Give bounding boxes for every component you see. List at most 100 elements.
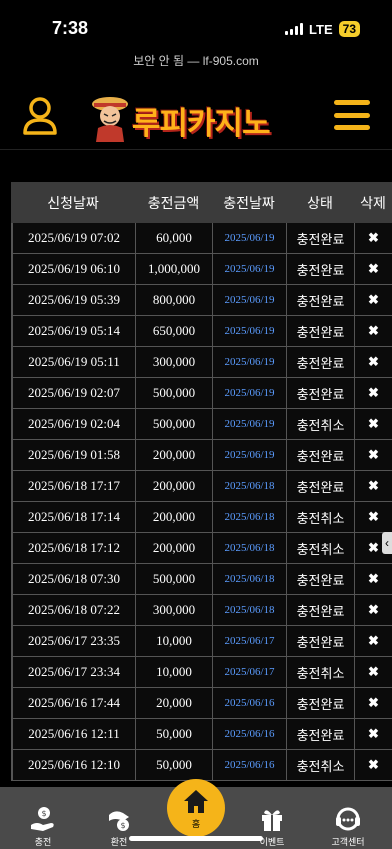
cell-request-date: 2025/06/16 17:44 (11, 688, 135, 718)
table-row: 2025/06/18 17:14 200,000 2025/06/18 충전취소 ✖ (11, 502, 392, 533)
cell-status: 충전완료 (286, 223, 354, 253)
home-indicator (129, 836, 263, 841)
col-request-date: 신청날짜 (47, 194, 99, 211)
table-row: 2025/06/19 01:58 200,000 2025/06/19 충전완료 ✖ (11, 440, 392, 471)
cell-charge-date[interactable]: 2025/06/19 (212, 347, 286, 377)
table-body: 2025/06/19 07:02 60,000 2025/06/19 충전완료 ✖ 202… (11, 223, 392, 781)
cell-charge-date[interactable]: 2025/06/17 (212, 657, 286, 687)
status-indicators: LTE 73 (285, 21, 360, 37)
table-row: 2025/06/16 12:11 50,000 2025/06/16 충전완료 ✖ (11, 719, 392, 750)
cell-request-date: 2025/06/16 12:11 (11, 719, 135, 749)
cell-status: 충전완료 (286, 378, 354, 408)
cell-amount: 1,000,000 (135, 254, 212, 284)
hamburger-menu-icon[interactable] (334, 100, 370, 130)
cell-charge-date[interactable]: 2025/06/17 (212, 626, 286, 656)
cell-charge-date[interactable]: 2025/06/19 (212, 378, 286, 408)
cell-charge-date[interactable]: 2025/06/16 (212, 688, 286, 718)
cell-charge-date[interactable]: 2025/06/16 (212, 750, 286, 780)
nav-deposit[interactable]: $ 충전 (8, 787, 78, 849)
delete-icon[interactable]: ✖ (354, 254, 392, 284)
cell-amount: 800,000 (135, 285, 212, 315)
cell-charge-date[interactable]: 2025/06/19 (212, 223, 286, 253)
status-time: 7:38 (52, 18, 89, 38)
delete-icon[interactable]: ✖ (354, 750, 392, 780)
cell-request-date: 2025/06/19 05:39 (11, 285, 135, 315)
cell-request-date: 2025/06/19 01:58 (11, 440, 135, 470)
cell-status: 충전취소 (286, 502, 354, 532)
cell-amount: 60,000 (135, 223, 212, 253)
cell-status: 충전완료 (286, 471, 354, 501)
cell-request-date: 2025/06/18 07:22 (11, 595, 135, 625)
delete-icon[interactable]: ✖ (354, 502, 392, 532)
cell-request-date: 2025/06/18 17:17 (11, 471, 135, 501)
delete-icon[interactable]: ✖ (354, 471, 392, 501)
delete-icon[interactable]: ✖ (354, 719, 392, 749)
table-row: 2025/06/19 05:14 650,000 2025/06/19 충전완료 ✖ (11, 316, 392, 347)
delete-icon[interactable]: ✖ (354, 223, 392, 253)
col-amount: 충전금액 (147, 194, 200, 211)
cell-charge-date[interactable]: 2025/06/19 (212, 440, 286, 470)
table-header: 신청날짜 충전금액 충전날짜 상태 삭제 (11, 182, 392, 223)
nav-support[interactable]: 고객센터 (313, 787, 383, 849)
table-row: 2025/06/19 02:07 500,000 2025/06/19 충전완료 ✖ (11, 378, 392, 409)
table-row: 2025/06/19 02:04 500,000 2025/06/19 충전취소 ✖ (11, 409, 392, 440)
nav-deposit-label: 충전 (34, 837, 52, 847)
cell-charge-date[interactable]: 2025/06/18 (212, 533, 286, 563)
gift-icon (262, 810, 282, 831)
table-row: 2025/06/18 17:12 200,000 2025/06/18 충전취소 ✖ (11, 533, 392, 564)
cell-charge-date[interactable]: 2025/06/18 (212, 564, 286, 594)
table-row: 2025/06/16 12:10 50,000 2025/06/16 충전취소 ✖ (11, 750, 392, 781)
battery-icon: 73 (338, 21, 360, 37)
cell-status: 충전완료 (286, 285, 354, 315)
cell-request-date: 2025/06/19 05:14 (11, 316, 135, 346)
delete-icon[interactable]: ✖ (354, 564, 392, 594)
deposit-icon: $ (31, 807, 54, 831)
cell-status: 충전완료 (286, 347, 354, 377)
cell-status: 충전완료 (286, 254, 354, 284)
cell-charge-date[interactable]: 2025/06/19 (212, 254, 286, 284)
cell-amount: 200,000 (135, 533, 212, 563)
cell-charge-date[interactable]: 2025/06/16 (212, 719, 286, 749)
delete-icon[interactable]: ✖ (354, 688, 392, 718)
cell-request-date: 2025/06/18 07:30 (11, 564, 135, 594)
table-row: 2025/06/16 17:44 20,000 2025/06/16 충전완료 ✖ (11, 688, 392, 719)
delete-icon[interactable]: ✖ (354, 316, 392, 346)
col-delete: 삭제 (360, 194, 386, 211)
nav-home[interactable]: 홈 (167, 779, 225, 837)
cell-charge-date[interactable]: 2025/06/19 (212, 316, 286, 346)
cell-charge-date[interactable]: 2025/06/18 (212, 502, 286, 532)
cell-status: 충전완료 (286, 440, 354, 470)
cell-request-date: 2025/06/19 06:10 (11, 254, 135, 284)
signal-icon (285, 23, 304, 35)
delete-icon[interactable]: ✖ (354, 657, 392, 687)
cell-charge-date[interactable]: 2025/06/19 (212, 285, 286, 315)
nav-home-label: 홈 (191, 819, 201, 829)
delete-icon[interactable]: ✖ (354, 595, 392, 625)
site-logo[interactable]: 루피카지노 (86, 90, 308, 146)
table-row: 2025/06/19 06:10 1,000,000 2025/06/19 충전완료 ✖ (11, 254, 392, 285)
delete-icon[interactable]: ✖ (354, 626, 392, 656)
table-row: 2025/06/18 07:22 300,000 2025/06/18 충전완료 ✖ (11, 595, 392, 626)
delete-icon[interactable]: ✖ (354, 347, 392, 377)
chevron-left-icon[interactable]: ‹ (382, 532, 392, 554)
cell-charge-date[interactable]: 2025/06/18 (212, 471, 286, 501)
url-bar[interactable]: 보안 안 됨 — lf-905.com (0, 52, 392, 69)
cell-amount: 10,000 (135, 626, 212, 656)
table-row: 2025/06/17 23:35 10,000 2025/06/17 충전완료 ✖ (11, 626, 392, 657)
cell-status: 충전완료 (286, 688, 354, 718)
cell-request-date: 2025/06/19 02:04 (11, 409, 135, 439)
cell-amount: 20,000 (135, 688, 212, 718)
home-icon (184, 790, 208, 813)
delete-icon[interactable]: ✖ (354, 378, 392, 408)
cell-amount: 500,000 (135, 409, 212, 439)
cell-charge-date[interactable]: 2025/06/19 (212, 409, 286, 439)
delete-icon[interactable]: ✖ (354, 440, 392, 470)
cell-request-date: 2025/06/19 07:02 (11, 223, 135, 253)
cell-status: 충전완료 (286, 719, 354, 749)
table-row: 2025/06/19 07:02 60,000 2025/06/19 충전완료 ✖ (11, 223, 392, 254)
user-icon[interactable] (22, 96, 58, 136)
delete-icon[interactable]: ✖ (354, 285, 392, 315)
cell-charge-date[interactable]: 2025/06/18 (212, 595, 286, 625)
delete-icon[interactable]: ✖ (354, 409, 392, 439)
cell-request-date: 2025/06/19 02:07 (11, 378, 135, 408)
